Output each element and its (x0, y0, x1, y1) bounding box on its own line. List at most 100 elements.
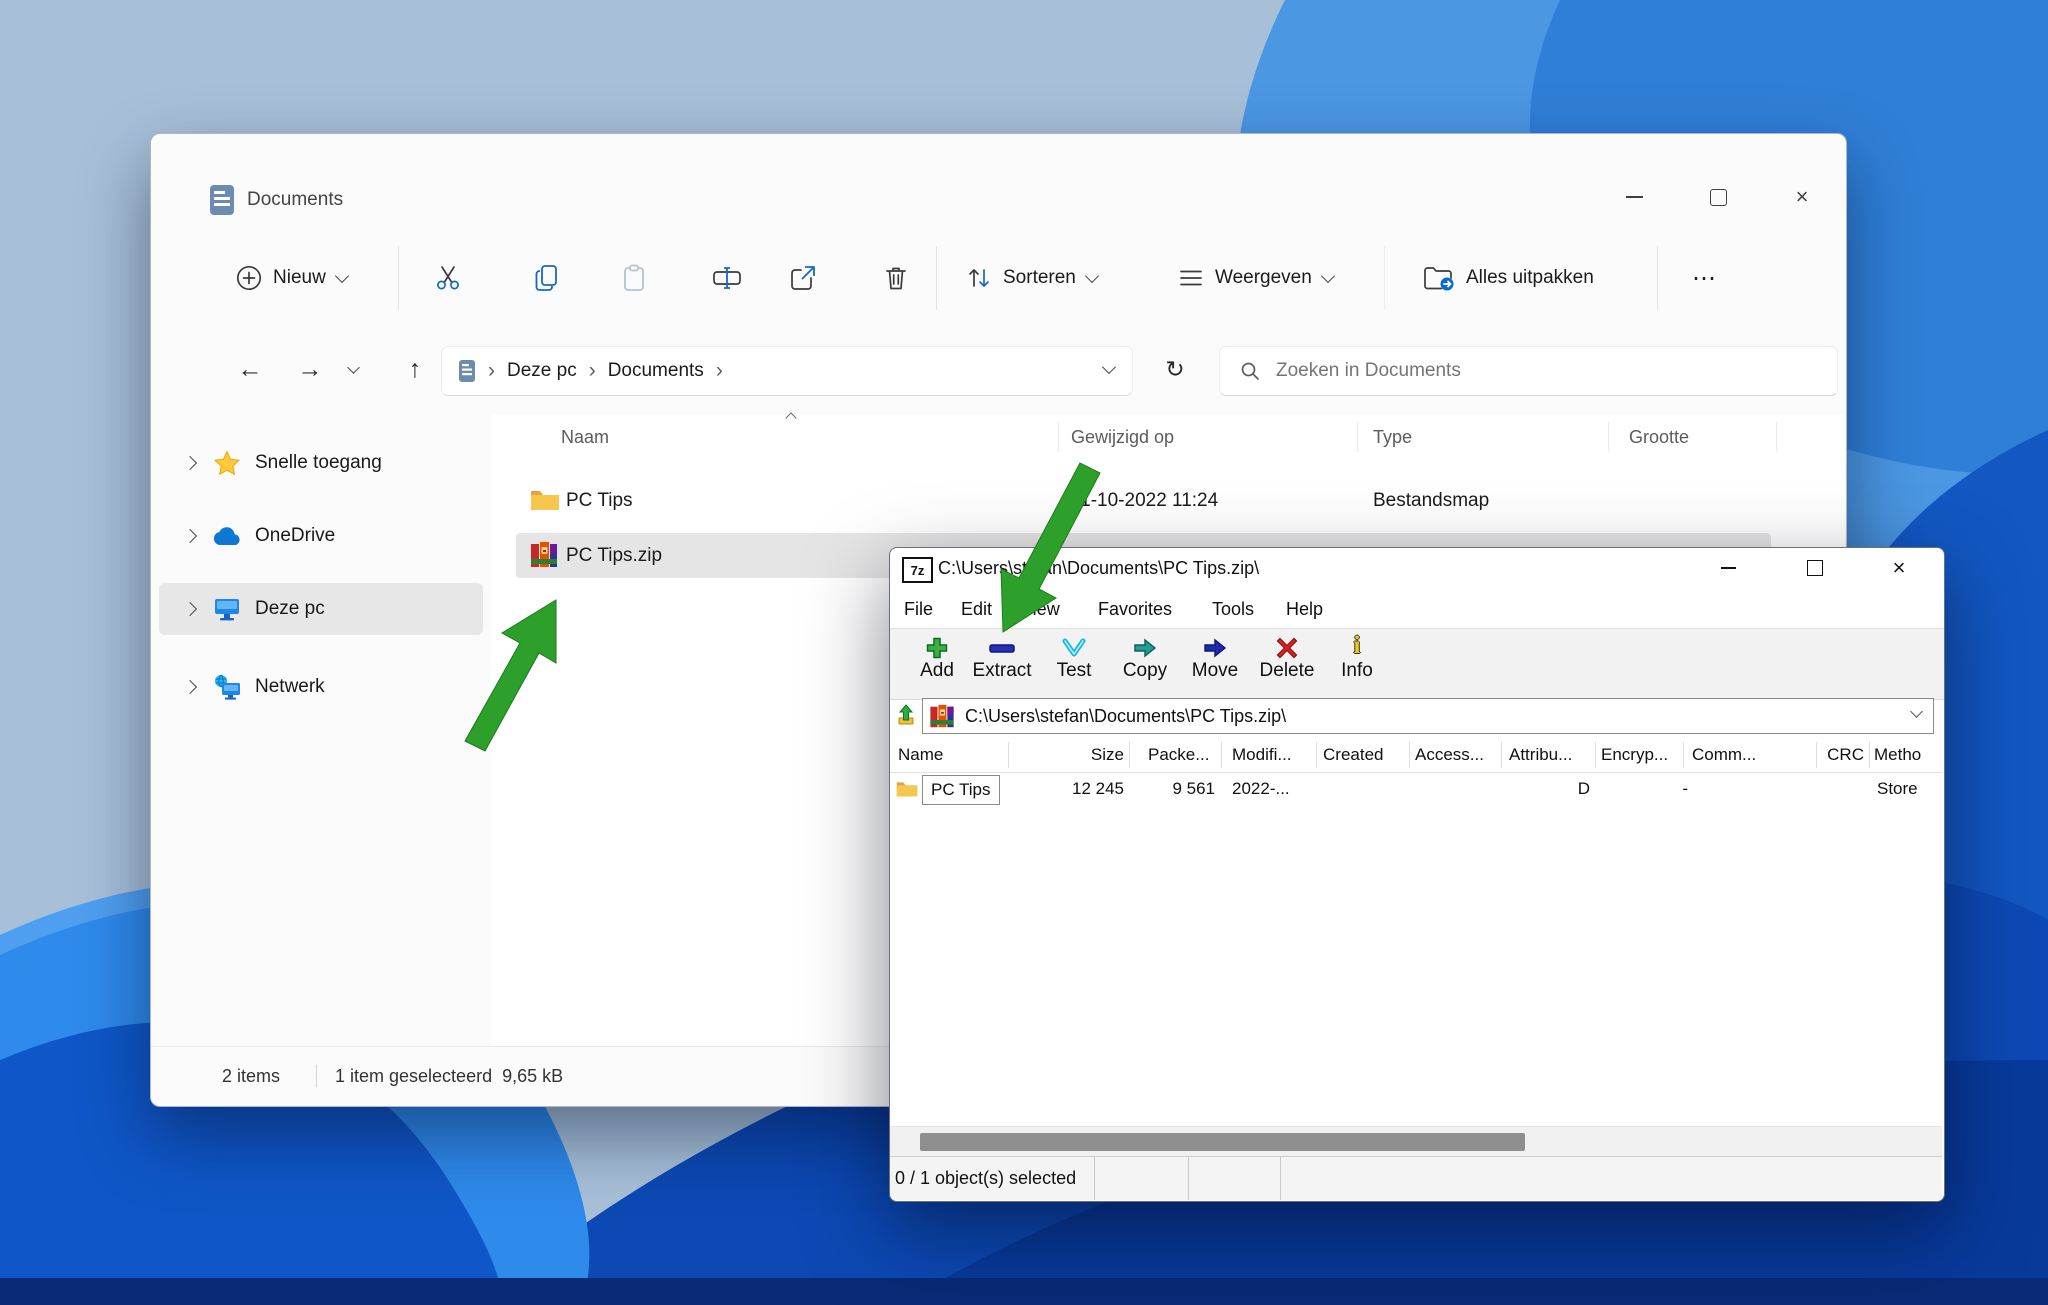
toolbar-divider (1657, 246, 1658, 310)
breadcrumb-separator: › (704, 359, 735, 383)
maximize-button[interactable] (1689, 176, 1747, 218)
cell-attributes: D (1530, 772, 1590, 806)
column-header-modified[interactable]: Modifi... (1232, 738, 1292, 772)
address-dropdown-icon[interactable] (1102, 360, 1116, 374)
cell-modified: 2022-... (1232, 772, 1290, 806)
selection-summary: 1 item geselecteerd 9,65 kB (335, 1047, 563, 1105)
search-box[interactable] (1219, 346, 1838, 396)
column-divider[interactable] (1221, 742, 1222, 768)
chevron-down-icon (1321, 269, 1335, 283)
back-button[interactable]: ← (224, 343, 276, 395)
search-input[interactable] (1274, 359, 1758, 383)
column-header-accessed[interactable]: Access... (1415, 738, 1484, 772)
menu-edit[interactable]: Edit (961, 590, 992, 628)
copy-button[interactable] (521, 252, 573, 304)
menu-tools[interactable]: Tools (1212, 590, 1254, 628)
chevron-right-icon (173, 531, 207, 541)
column-divider[interactable] (1357, 422, 1358, 452)
chevron-down-icon (347, 361, 360, 374)
extract-all-button[interactable]: Alles uitpakken (1423, 250, 1594, 306)
sevenzip-address-bar[interactable]: C:\Users\stefan\Documents\PC Tips.zip\ (922, 698, 1934, 734)
menu-view[interactable]: View (1021, 590, 1060, 628)
info-button[interactable]: i Info (1328, 629, 1386, 699)
column-divider[interactable] (1595, 742, 1596, 768)
address-bar[interactable]: › Deze pc › Documents › (441, 346, 1133, 396)
parent-folder-icon[interactable] (896, 704, 916, 731)
column-divider[interactable] (1501, 742, 1502, 768)
column-divider[interactable] (1409, 742, 1410, 768)
rename-button[interactable] (701, 252, 753, 304)
column-divider[interactable] (1608, 422, 1609, 452)
minimize-button[interactable] (1702, 550, 1754, 586)
refresh-button[interactable]: ↻ (1149, 343, 1201, 395)
view-button[interactable]: Weergeven (1178, 250, 1333, 306)
archive-row-pc-tips[interactable]: PC Tips 12 245 9 561 2022-... D - Store (890, 772, 1942, 806)
extract-button[interactable]: Extract (973, 629, 1031, 699)
column-divider[interactable] (1316, 742, 1317, 768)
sidebar-item-onedrive[interactable]: OneDrive (159, 510, 483, 562)
maximize-button[interactable] (1789, 550, 1841, 586)
minimize-button[interactable] (1605, 176, 1663, 218)
column-header-naam[interactable]: Naam (561, 422, 609, 452)
back-icon: ← (238, 355, 263, 384)
menu-file[interactable]: File (904, 590, 933, 628)
column-divider[interactable] (1776, 422, 1777, 452)
paste-button[interactable] (608, 252, 660, 304)
move-button[interactable]: Move (1186, 629, 1244, 699)
status-divider (1188, 1157, 1189, 1200)
breadcrumb-item-documents[interactable]: Documents (608, 360, 704, 382)
sort-button[interactable]: Sorteren (966, 250, 1097, 306)
horizontal-scrollbar[interactable] (890, 1126, 1942, 1157)
breadcrumb-item-deze-pc[interactable]: Deze pc (507, 360, 577, 382)
test-button[interactable]: Test (1045, 629, 1103, 699)
scrollbar-thumb[interactable] (920, 1133, 1525, 1151)
add-button[interactable]: Add (908, 629, 966, 699)
column-header-grootte[interactable]: Grootte (1629, 422, 1689, 452)
menu-favorites[interactable]: Favorites (1098, 590, 1172, 628)
column-divider[interactable] (1683, 742, 1684, 768)
sort-button-label: Sorteren (1003, 267, 1076, 289)
see-more-button[interactable]: ⋯ (1679, 252, 1731, 304)
column-header-type[interactable]: Type (1373, 422, 1412, 452)
column-divider[interactable] (1008, 742, 1009, 768)
close-button[interactable]: × (1773, 176, 1831, 218)
new-button[interactable]: Nieuw (236, 250, 347, 306)
column-header-encrypted[interactable]: Encryp... (1601, 738, 1668, 772)
recent-locations-button[interactable] (335, 343, 371, 395)
column-divider[interactable] (1129, 742, 1130, 768)
column-header-method[interactable]: Metho (1874, 738, 1921, 772)
close-icon: × (1796, 186, 1809, 208)
delete-button[interactable] (870, 252, 922, 304)
up-icon: ↑ (409, 355, 422, 384)
column-header-gewijzigd-op[interactable]: Gewijzigd op (1071, 422, 1174, 452)
sidebar-item-deze-pc[interactable]: Deze pc (159, 583, 483, 635)
sidebar-item-snelle-toegang[interactable]: Snelle toegang (159, 437, 483, 489)
file-row-pc-tips[interactable]: PC Tips 11-10-2022 11:24 Bestandsmap (516, 478, 1771, 523)
column-divider[interactable] (1058, 422, 1059, 452)
file-type: Bestandsmap (1373, 478, 1489, 523)
column-divider[interactable] (1816, 742, 1817, 768)
column-header-crc[interactable]: CRC (1790, 738, 1864, 772)
delete-button[interactable]: Delete (1258, 629, 1316, 699)
network-icon (207, 674, 247, 700)
menu-help[interactable]: Help (1286, 590, 1323, 628)
up-button[interactable]: ↑ (389, 343, 441, 395)
column-header-attributes[interactable]: Attribu... (1509, 738, 1572, 772)
cut-button[interactable] (422, 252, 474, 304)
sidebar-item-netwerk[interactable]: Netwerk (159, 661, 483, 713)
sidebar-item-label: OneDrive (255, 525, 335, 547)
column-header-comment[interactable]: Comm... (1692, 738, 1756, 772)
column-header-name[interactable]: Name (898, 738, 943, 772)
test-check-icon (1062, 629, 1086, 659)
column-header-size[interactable]: Size (1040, 738, 1124, 772)
forward-button[interactable]: → (284, 343, 336, 395)
address-dropdown-icon[interactable] (1910, 705, 1923, 718)
close-button[interactable]: × (1873, 550, 1925, 586)
plus-circle-icon (236, 265, 262, 291)
share-button[interactable] (777, 252, 829, 304)
copy-button[interactable]: Copy (1116, 629, 1174, 699)
column-header-created[interactable]: Created (1323, 738, 1383, 772)
column-header-packed[interactable]: Packe... (1148, 738, 1209, 772)
column-divider[interactable] (1869, 742, 1870, 768)
toolbar-divider (936, 246, 937, 310)
